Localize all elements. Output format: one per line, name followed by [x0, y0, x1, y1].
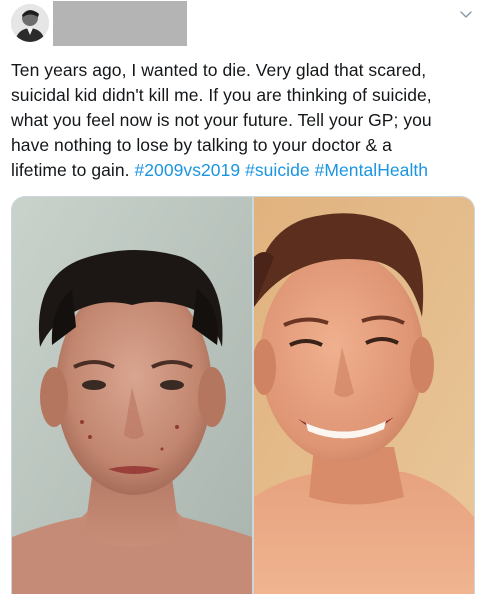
- photo-2009-image: [12, 197, 252, 594]
- tweet-text: Ten years ago, I wanted to die. Very gla…: [11, 58, 473, 183]
- tweet-text-line: what you feel now is not your future. Te…: [11, 110, 432, 130]
- hashtag-mentalhealth[interactable]: #MentalHealth: [315, 160, 429, 180]
- avatar[interactable]: [11, 4, 49, 42]
- photo-2019-image: [254, 197, 474, 594]
- tweet-text-line: suicidal kid didn't kill me. If you are …: [11, 85, 432, 105]
- tweet-card: Ten years ago, I wanted to die. Very gla…: [0, 0, 481, 594]
- photo-2019[interactable]: [254, 197, 474, 594]
- chevron-down-icon: [460, 11, 472, 18]
- tweet-text-line: have nothing to lose by talking to your …: [11, 135, 392, 155]
- tweet-menu-button[interactable]: [458, 8, 474, 22]
- avatar-image: [11, 4, 49, 42]
- photo-2009[interactable]: [12, 197, 252, 594]
- hashtag-suicide[interactable]: #suicide: [245, 160, 310, 180]
- tweet-text-last-line: lifetime to gain. #2009vs2019 #suicide #…: [11, 158, 473, 183]
- tweet-text-line: lifetime to gain.: [11, 160, 130, 180]
- hashtag-2009vs2019[interactable]: #2009vs2019: [134, 160, 240, 180]
- tweet-media: [11, 196, 475, 594]
- author-name-redacted: [53, 1, 187, 46]
- tweet-text-line: Ten years ago, I wanted to die. Very gla…: [11, 60, 427, 80]
